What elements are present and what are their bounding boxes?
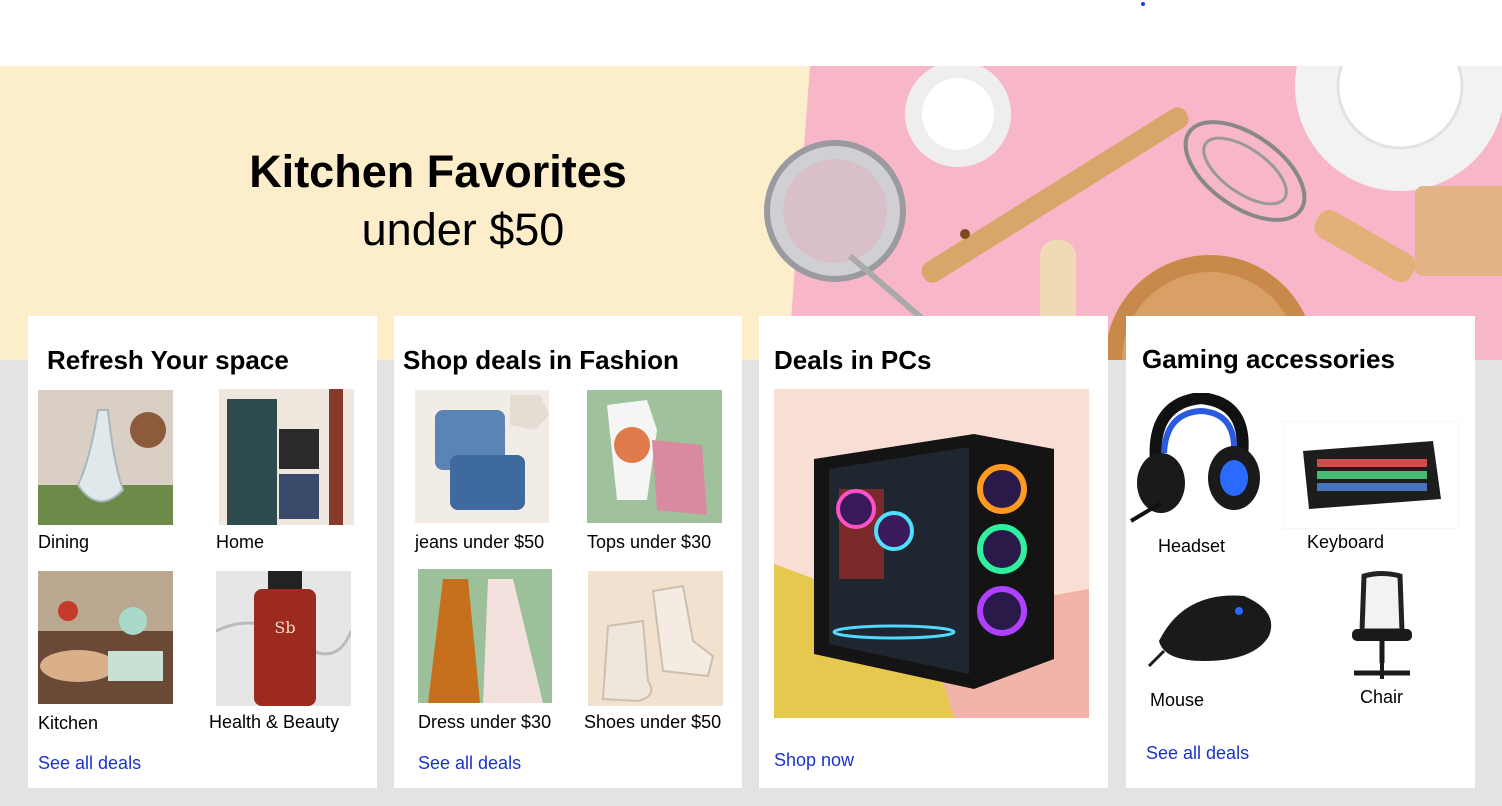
svg-text:Sb: Sb: [274, 618, 295, 637]
dress-label[interactable]: Dress under $30: [418, 712, 551, 733]
mouse-label[interactable]: Mouse: [1150, 690, 1204, 711]
see-all-deals-link[interactable]: See all deals: [418, 753, 521, 774]
keyboard-label[interactable]: Keyboard: [1307, 532, 1384, 553]
mouse-image[interactable]: [1144, 581, 1280, 695]
card-pc-deals: Deals in PCs Shop now: [759, 316, 1108, 788]
shoes-label[interactable]: Shoes under $50: [584, 712, 721, 733]
tops-image[interactable]: [587, 390, 722, 523]
dining-label[interactable]: Dining: [38, 532, 89, 553]
card-gaming-accessories: Gaming accessories Headset Keyboard Mous…: [1126, 316, 1475, 788]
hero-subtitle: under $50: [361, 204, 565, 255]
card-title: Refresh Your space: [47, 345, 289, 375]
see-all-deals-link[interactable]: See all deals: [1146, 743, 1249, 764]
card-title: Shop deals in Fashion: [403, 345, 679, 375]
home-image[interactable]: [219, 389, 354, 525]
jeans-label[interactable]: jeans under $50: [415, 532, 544, 553]
shoes-image[interactable]: [588, 571, 723, 706]
headset-label[interactable]: Headset: [1158, 536, 1225, 557]
top-bar: [0, 0, 1502, 66]
card-title: Gaming accessories: [1142, 344, 1395, 374]
chair-image[interactable]: [1344, 571, 1420, 681]
health-beauty-image[interactable]: Sb: [216, 571, 351, 706]
health-beauty-label[interactable]: Health & Beauty: [209, 712, 339, 733]
tops-label[interactable]: Tops under $30: [587, 532, 711, 553]
card-refresh-your-space: Refresh Your space Dining Home Kitchen S…: [28, 316, 377, 788]
kitchen-image[interactable]: [38, 571, 173, 704]
gaming-pc-image[interactable]: [774, 389, 1089, 718]
carousel-indicator-dot[interactable]: [1141, 2, 1145, 6]
see-all-deals-link[interactable]: See all deals: [38, 753, 141, 774]
hero-title: Kitchen Favorites: [249, 146, 627, 197]
jeans-image[interactable]: [415, 390, 549, 523]
shop-now-link[interactable]: Shop now: [774, 750, 854, 771]
chair-label[interactable]: Chair: [1360, 687, 1403, 708]
card-fashion-deals: Shop deals in Fashion jeans under $50 To…: [394, 316, 742, 788]
home-label[interactable]: Home: [216, 532, 264, 553]
kitchen-label[interactable]: Kitchen: [38, 713, 98, 734]
dress-image[interactable]: [418, 569, 552, 703]
keyboard-image[interactable]: [1283, 421, 1459, 529]
headset-image[interactable]: [1126, 393, 1264, 529]
card-title: Deals in PCs: [774, 345, 932, 375]
dining-image[interactable]: [38, 390, 173, 525]
